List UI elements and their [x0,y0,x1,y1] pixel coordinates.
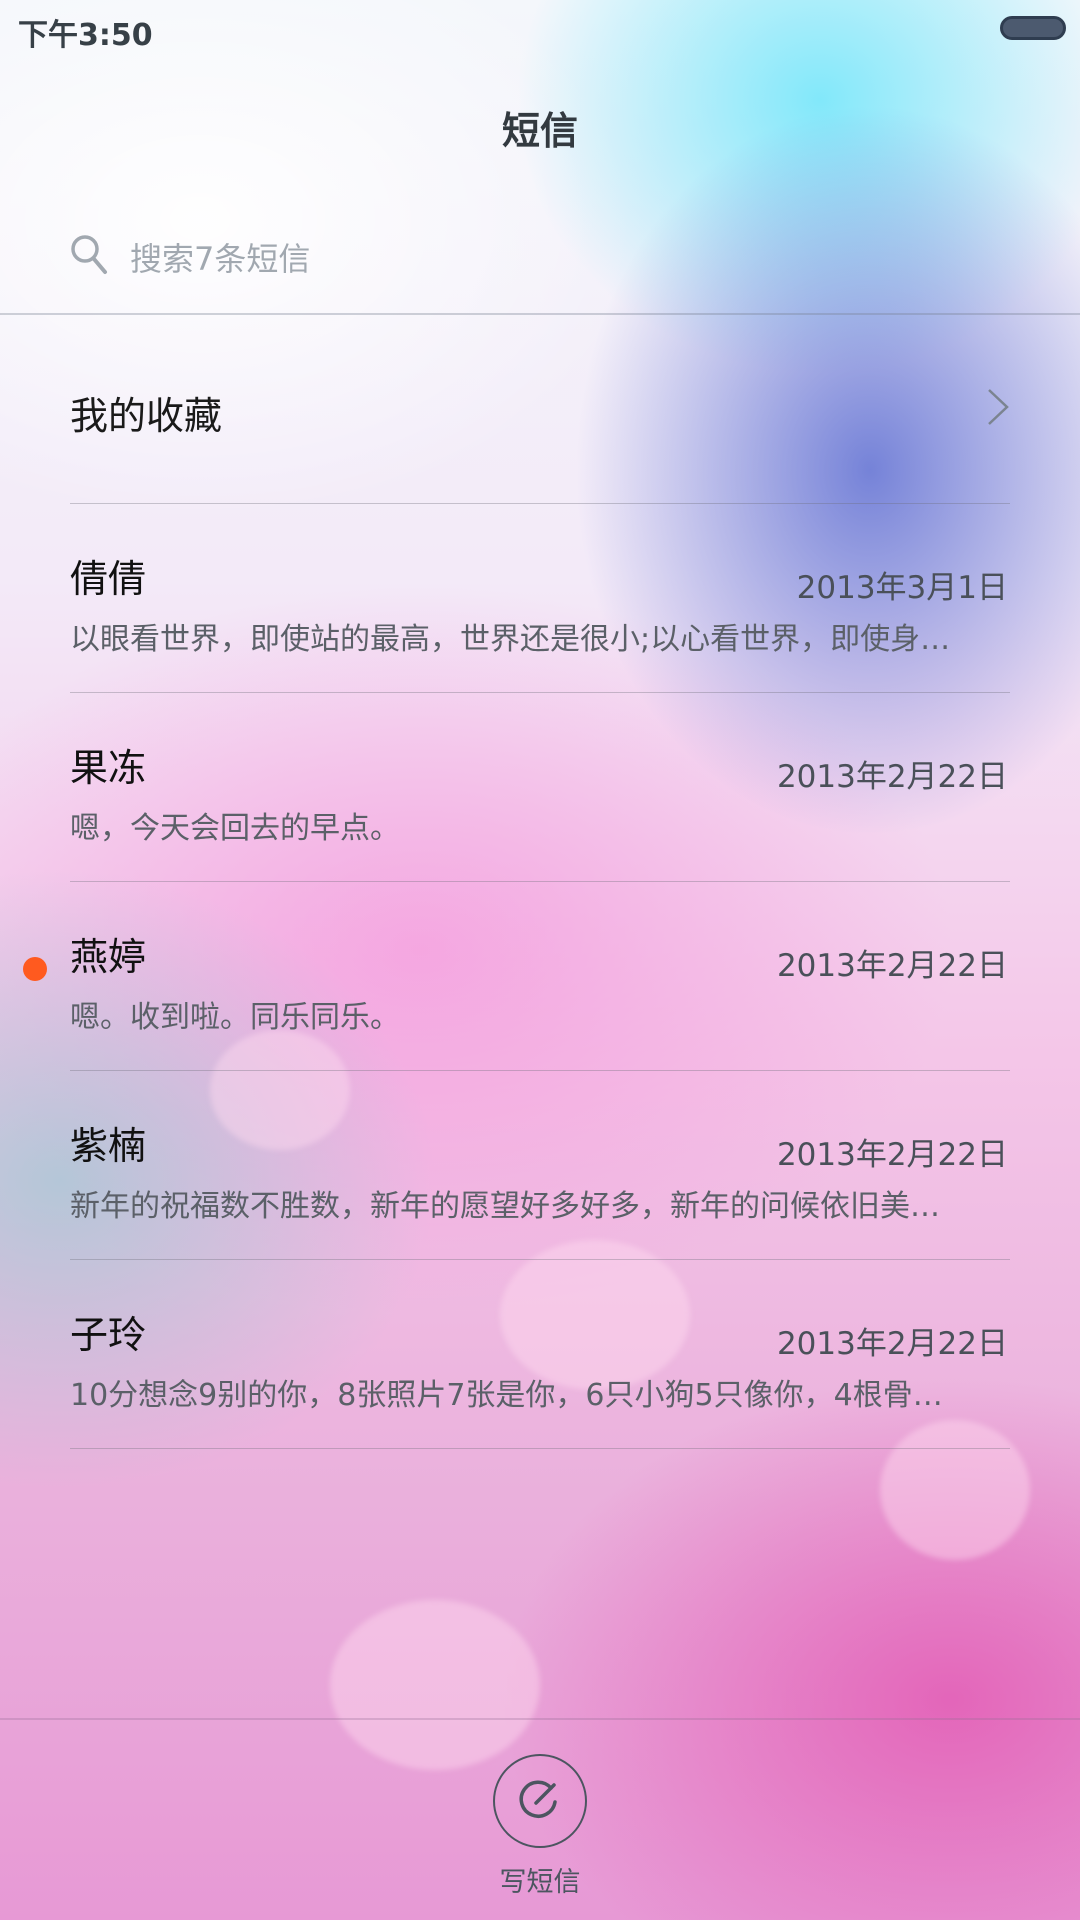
message-date: 2013年2月22日 [776,948,1008,984]
conversation-row[interactable]: 燕婷 2013年2月22日 嗯。收到啦。同乐同乐。 [0,882,1080,1070]
conversation-row[interactable]: 紫楠 2013年2月22日 新年的祝福数不胜数，新年的愿望好多好多，新年的问候依… [0,1071,1080,1259]
search-input[interactable]: 搜索7条短信 [130,234,310,280]
conversation-row[interactable]: 倩倩 2013年3月1日 以眼看世界，即使站的最高，世界还是很小;以心看世界，即… [0,504,1080,692]
contact-name: 倩倩 [70,557,147,601]
conversation-row[interactable]: 果冻 2013年2月22日 嗯，今天会回去的早点。 [0,693,1080,881]
chevron-right-icon [988,389,1009,425]
status-bar: 下午3:50 [0,0,1080,60]
background-flower [330,1600,540,1770]
message-date: 2013年2月22日 [776,1137,1008,1173]
conversation-row[interactable]: 子玲 2013年2月22日 10分想念9别的你，8张照片7张是你，6只小狗5只像… [0,1260,1080,1448]
status-time: 下午3:50 [18,18,153,53]
message-date: 2013年2月22日 [776,1326,1008,1362]
divider [70,1448,1010,1449]
contact-name: 紫楠 [70,1124,147,1168]
contact-name: 子玲 [70,1313,147,1357]
message-preview: 嗯。收到啦。同乐同乐。 [70,1000,400,1035]
search-icon [71,235,107,274]
message-date: 2013年3月1日 [796,570,1008,606]
bottom-bar-divider [0,1718,1080,1720]
favorites-row[interactable]: 我的收藏 [70,315,1010,503]
contact-name: 燕婷 [70,935,147,979]
search-bar[interactable]: 搜索7条短信 [70,226,1010,286]
unread-dot-icon [23,957,47,981]
favorites-label: 我的收藏 [70,394,223,438]
message-date: 2013年2月22日 [776,759,1008,795]
compose-label: 写短信 [499,1867,581,1898]
message-preview: 以眼看世界，即使站的最高，世界还是很小;以心看世界，即使身… [70,622,951,657]
page-title: 短信 [501,109,578,153]
compose-button[interactable]: 写短信 [490,1754,590,1898]
compose-icon [519,1780,557,1818]
battery-icon [1000,16,1066,40]
contact-name: 果冻 [70,746,147,790]
message-preview: 新年的祝福数不胜数，新年的愿望好多好多，新年的问候依旧美… [70,1189,940,1224]
compose-button-circle [493,1754,587,1848]
message-preview: 嗯，今天会回去的早点。 [70,811,400,846]
message-preview: 10分想念9别的你，8张照片7张是你，6只小狗5只像你，4根骨… [70,1378,943,1413]
